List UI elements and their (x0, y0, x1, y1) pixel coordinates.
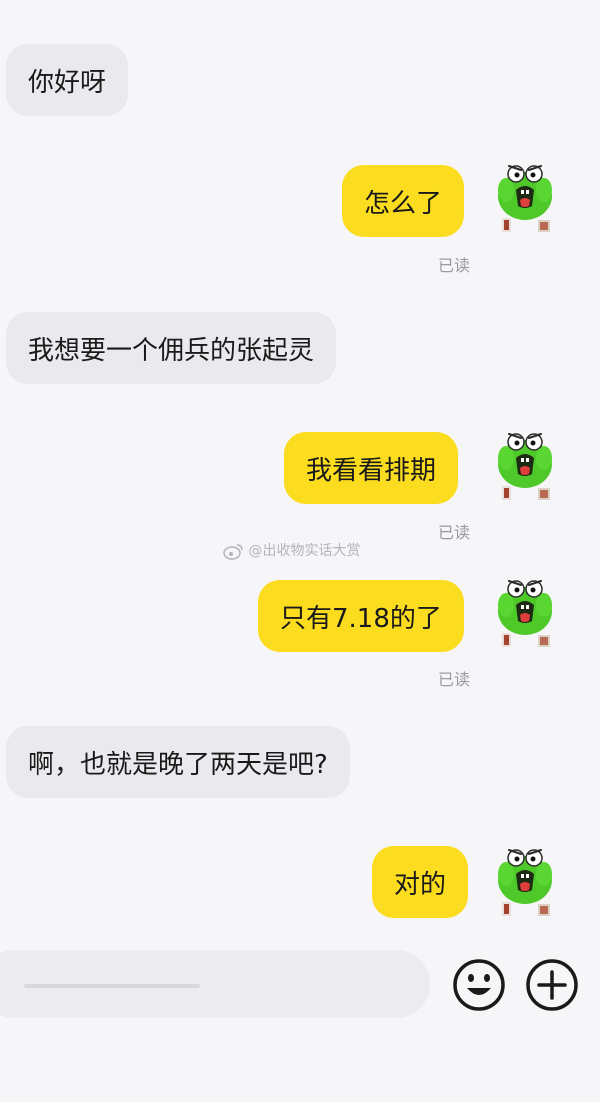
message-text: 对的 (394, 869, 447, 900)
smile-emoji-icon[interactable] (452, 958, 506, 1012)
incoming-message-bubble[interactable]: 我想要一个佣兵的张起灵 (6, 312, 337, 384)
watermark: @出收物实话大赏 (222, 540, 360, 560)
message-text: 我想要一个佣兵的张起灵 (28, 335, 315, 366)
outgoing-message-bubble[interactable]: 只有7.18的了 (258, 580, 464, 652)
input-text-blur (24, 984, 200, 988)
incoming-message-bubble[interactable]: 啊，也就是晚了两天是吧? (6, 726, 350, 798)
green-frog-avatar-icon[interactable] (494, 160, 556, 236)
incoming-message-bubble[interactable]: 你好呀 (6, 44, 129, 116)
message-text: 怎么了 (364, 188, 443, 219)
read-receipt: 已读 (438, 256, 471, 275)
read-receipt: 已读 (438, 670, 471, 689)
message-text: 你好呀 (28, 67, 107, 98)
plus-circle-icon[interactable] (525, 958, 579, 1012)
watermark-text: @出收物实话大赏 (248, 543, 361, 559)
message-input[interactable] (0, 950, 430, 1018)
message-text: 只有7.18的了 (280, 603, 442, 634)
message-text: 我看看排期 (306, 455, 437, 486)
outgoing-message-bubble[interactable]: 对的 (372, 846, 469, 918)
green-frog-avatar-icon[interactable] (494, 575, 556, 651)
message-text: 啊，也就是晚了两天是吧? (28, 749, 328, 780)
weibo-logo-icon (223, 544, 243, 560)
green-frog-avatar-icon[interactable] (494, 428, 556, 504)
outgoing-message-bubble[interactable]: 我看看排期 (284, 432, 459, 504)
green-frog-avatar-icon[interactable] (494, 844, 556, 920)
chat-view: 你好呀 怎么了 已读 我想要一个佣兵的张起灵 我看看排期 已读 @出收物实话大赏… (0, 0, 600, 1102)
outgoing-message-bubble[interactable]: 怎么了 (342, 165, 465, 237)
read-receipt: 已读 (438, 523, 471, 542)
